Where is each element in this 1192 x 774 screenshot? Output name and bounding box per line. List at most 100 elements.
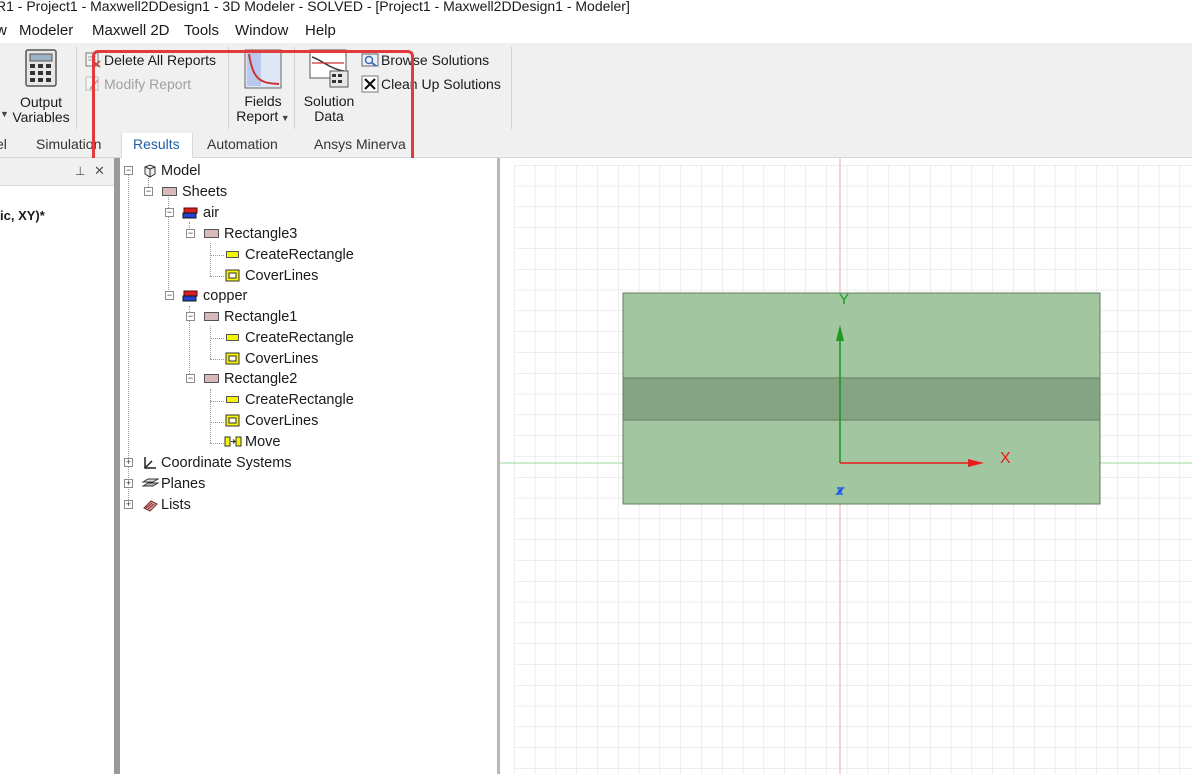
expand-icon[interactable]: + [124, 479, 133, 488]
design-label[interactable]: ic, XY)* [0, 208, 45, 223]
tree-label: Coordinate Systems [161, 455, 292, 471]
left-panel-header: ⊥ ✕ [0, 158, 114, 186]
tab-model[interactable]: el [0, 136, 7, 152]
tree-label: Move [245, 434, 281, 450]
y-axis-label: Y [839, 291, 849, 308]
tree-line [210, 338, 224, 339]
viewport-drawing: Y X [500, 158, 1192, 774]
fields-report-line2-text: Report [236, 108, 279, 124]
cover-lines-icon [225, 414, 240, 427]
delete-all-reports-label: Delete All Reports [104, 52, 217, 68]
tree-label: Sheets [182, 184, 228, 200]
cover-lines-icon [225, 352, 240, 365]
tree-label: Planes [161, 476, 206, 492]
ribbon-tabs: el Simulation Results Automation Ansys M… [0, 133, 1192, 158]
fields-report-button[interactable]: Fields Report ▼ [234, 49, 292, 129]
menu-bar: w Modeler Maxwell 2D Tools Window Help [0, 19, 1192, 43]
calculator-icon [25, 49, 57, 87]
collapse-icon[interactable]: − [165, 291, 174, 300]
expand-icon[interactable]: + [124, 458, 133, 467]
menu-tools[interactable]: Tools [184, 22, 219, 39]
material-icon [182, 290, 198, 302]
menu-maxwell2d[interactable]: Maxwell 2D [92, 22, 170, 39]
fields-report-line2: Report ▼ [234, 109, 292, 126]
tree-line [128, 171, 129, 506]
rectangle-icon [204, 374, 219, 383]
tab-ansys-minerva[interactable]: Ansys Minerva [314, 136, 406, 152]
modeler-viewport[interactable]: Y X [500, 158, 1192, 774]
fields-report-icon [244, 49, 282, 89]
output-variables-button[interactable]: Output Variables [8, 49, 74, 129]
collapse-icon[interactable]: − [124, 166, 133, 175]
tree-label: CoverLines [245, 268, 319, 284]
solution-data-line2: Data [314, 108, 344, 124]
model-icon [144, 164, 156, 178]
tab-results[interactable]: Results [133, 136, 180, 152]
planes-icon [142, 478, 159, 487]
tree-label: CreateRectangle [245, 330, 354, 346]
tree-line [210, 359, 224, 360]
output-label-line1: Output [19, 94, 63, 110]
operation-icon [226, 334, 239, 341]
dropdown-arrow-icon[interactable]: ▼ [278, 113, 290, 123]
tab-simulation[interactable]: Simulation [36, 136, 101, 152]
title-bar: R1 - Project1 - Maxwell2DDesign1 - 3D Mo… [0, 0, 1192, 18]
ribbon-separator [228, 47, 229, 129]
tab-automation[interactable]: Automation [207, 136, 278, 152]
tree-label: CoverLines [245, 413, 319, 429]
menu-view[interactable]: w [0, 22, 7, 39]
collapse-icon[interactable]: − [165, 208, 174, 217]
modify-report-button[interactable]: Modify Report [84, 75, 191, 93]
tree-line [210, 255, 224, 256]
cover-lines-icon [225, 269, 240, 282]
coordinate-system-icon [144, 457, 156, 469]
solution-data-line1: Solution [303, 93, 355, 109]
browse-solutions-label: Browse Solutions [381, 52, 490, 68]
tree-line [210, 326, 211, 359]
tree-label: CreateRectangle [245, 392, 354, 408]
tree-label: CreateRectangle [245, 247, 354, 263]
dropdown-arrow-icon[interactable]: ▼ [0, 109, 9, 119]
modify-report-icon [85, 76, 99, 91]
window-title: R1 - Project1 - Maxwell2DDesign1 - 3D Mo… [0, 0, 630, 14]
tree-label: Lists [161, 497, 191, 513]
tree-line [210, 443, 224, 444]
operation-icon [226, 396, 239, 403]
tree-line [210, 389, 211, 443]
tree-label: CoverLines [245, 351, 319, 367]
lists-icon [143, 500, 158, 512]
menu-help[interactable]: Help [305, 22, 336, 39]
fields-report-line1: Fields [244, 93, 282, 109]
browse-solutions-button[interactable]: Browse Solutions [361, 51, 489, 69]
sheet-icon [162, 187, 177, 196]
solution-data-button[interactable]: Solution Data [300, 49, 358, 129]
operation-icon [226, 251, 239, 258]
collapse-icon[interactable]: − [144, 187, 153, 196]
menu-modeler[interactable]: Modeler [19, 22, 73, 39]
x-axis-label: X [1000, 450, 1011, 467]
app-window: R1 - Project1 - Maxwell2DDesign1 - 3D Mo… [0, 0, 1192, 774]
tree-label: Rectangle3 [224, 226, 298, 242]
pin-icon[interactable]: ⊥ [75, 164, 85, 178]
expand-icon[interactable]: + [124, 500, 133, 509]
menu-window[interactable]: Window [235, 22, 288, 39]
close-icon[interactable]: ✕ [94, 163, 105, 179]
tree-line [210, 422, 224, 423]
rectangle-icon [204, 312, 219, 321]
tree-label: copper [203, 288, 248, 304]
collapse-icon[interactable]: − [186, 374, 195, 383]
clean-up-solutions-label: Clean Up Solutions [381, 76, 501, 92]
clean-up-solutions-button[interactable]: Clean Up Solutions [361, 75, 501, 93]
material-icon [182, 207, 198, 219]
ribbon-separator [511, 47, 512, 129]
ribbon-separator [294, 47, 295, 129]
copper-rectangle[interactable] [622, 377, 1101, 421]
z-axis-dot [838, 489, 842, 493]
tree-line [210, 243, 211, 276]
model-tree: − Model − Sheets − air − Rectangle3 Crea… [120, 158, 498, 774]
delete-all-reports-button[interactable]: Delete All Reports [84, 51, 216, 69]
tree-line [210, 401, 224, 402]
ribbon: Output Variables ▼ Delete All Reports Mo… [0, 43, 1192, 133]
collapse-icon[interactable]: − [186, 312, 195, 321]
collapse-icon[interactable]: − [186, 229, 195, 238]
